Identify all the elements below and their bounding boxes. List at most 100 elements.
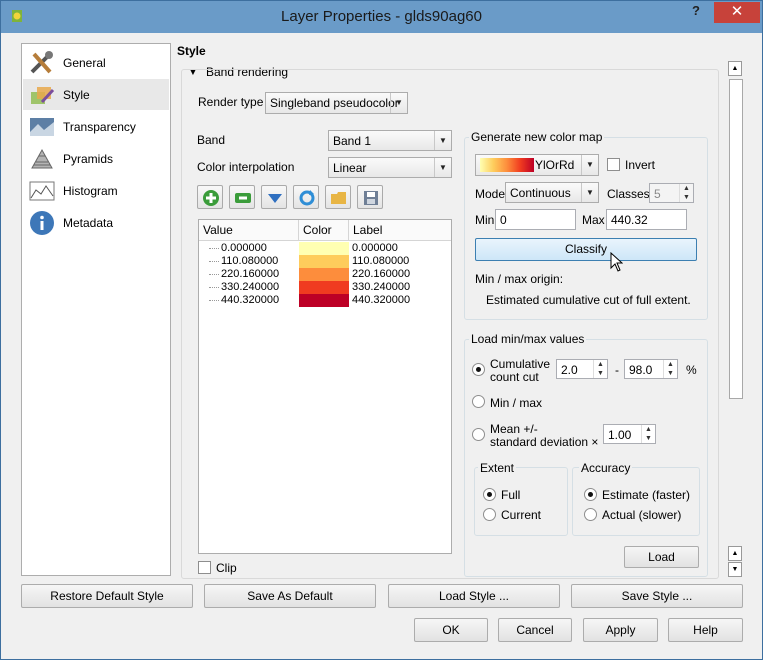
apply-button[interactable]: Apply — [583, 618, 658, 642]
save-as-default-button[interactable]: Save As Default — [204, 584, 376, 608]
sidebar-item-transparency[interactable]: Transparency — [23, 111, 169, 142]
cell-value: 110.080000 — [221, 255, 279, 267]
accuracy-estimate-label: Estimate (faster) — [602, 488, 691, 502]
generate-color-map-title: Generate new color map — [469, 130, 605, 144]
restore-default-style-button[interactable]: Restore Default Style — [21, 584, 193, 608]
clip-checkbox[interactable] — [198, 561, 211, 574]
range-dash: - — [615, 363, 619, 377]
cumulative-high-spinbox[interactable]: 98.0 ▲ ▼ — [624, 359, 678, 379]
spinner-arrows-icon[interactable]: ▲ ▼ — [679, 184, 693, 202]
max-label: Max — [582, 213, 605, 227]
accuracy-actual-radio[interactable] — [584, 508, 597, 521]
load-file-button[interactable] — [325, 185, 351, 209]
stddev-value: 1.00 — [608, 428, 632, 442]
minus-icon — [235, 193, 251, 203]
help-title-button[interactable]: ? — [685, 3, 707, 23]
color-swatch[interactable] — [299, 268, 349, 281]
load-minmax-title: Load min/max values — [469, 332, 587, 346]
color-swatch[interactable] — [299, 255, 349, 268]
accuracy-estimate-radio[interactable] — [584, 488, 597, 501]
band-select[interactable]: Band 1 ▼ — [328, 130, 452, 151]
color-swatch[interactable] — [299, 281, 349, 294]
cell-label: 110.080000 — [352, 255, 410, 267]
cumulative-low-value: 2.0 — [561, 363, 578, 377]
accuracy-title: Accuracy — [579, 461, 633, 475]
sidebar-item-style[interactable]: Style — [23, 79, 169, 110]
vertical-scrollbar[interactable]: ▲ ▲ ▼ — [728, 61, 744, 579]
load-button[interactable]: Load — [624, 546, 699, 568]
sort-button[interactable] — [261, 185, 287, 209]
color-swatch[interactable] — [299, 294, 349, 307]
sidebar-item-label: Style — [63, 88, 90, 102]
add-entry-button[interactable] — [197, 185, 223, 209]
accuracy-actual-label: Actual (slower) — [602, 508, 682, 522]
chevron-down-icon: ▼ — [581, 155, 598, 175]
ok-button[interactable]: OK — [414, 618, 488, 642]
refresh-icon — [299, 190, 315, 206]
sidebar-item-pyramids[interactable]: Pyramids — [23, 143, 169, 174]
cumulative-radio[interactable] — [472, 363, 485, 376]
cancel-button[interactable]: Cancel — [498, 618, 572, 642]
column-header-value[interactable]: Value — [199, 220, 299, 241]
cell-value: 0.000000 — [221, 242, 267, 254]
chevron-down-icon: ▼ — [434, 131, 451, 150]
sidebar-item-metadata[interactable]: Metadata — [23, 207, 169, 238]
minmax-origin-label: Min / max origin: — [475, 272, 564, 286]
extent-full-radio[interactable] — [483, 488, 496, 501]
color-map-table: Value Color Label 0.000000 0.000000 110.0… — [198, 219, 452, 554]
table-row[interactable]: 110.080000 110.080000 — [199, 255, 451, 268]
table-row[interactable]: 330.240000 330.240000 — [199, 281, 451, 294]
export-file-button[interactable] — [357, 185, 383, 209]
max-field[interactable]: 440.32 — [606, 209, 687, 230]
scrollbar-thumb[interactable] — [729, 79, 743, 399]
triangle-down-icon — [268, 194, 282, 203]
mode-label: Mode — [475, 187, 506, 201]
scroll-up-icon[interactable]: ▲ — [728, 546, 742, 561]
sidebar-item-label: Pyramids — [63, 152, 114, 166]
cumulative-low-spinbox[interactable]: 2.0 ▲ ▼ — [556, 359, 608, 379]
min-field[interactable]: 0 — [495, 209, 576, 230]
table-row[interactable]: 220.160000 220.160000 — [199, 268, 451, 281]
classify-button[interactable]: Classify — [475, 238, 697, 261]
remove-entry-button[interactable] — [229, 185, 255, 209]
sidebar-item-general[interactable]: General — [23, 47, 169, 78]
cumulative-label: Cumulative — [490, 357, 551, 371]
classes-spinbox[interactable]: 5 ▲ ▼ — [649, 183, 694, 203]
save-style-button[interactable]: Save Style ... — [571, 584, 743, 608]
scroll-up-icon[interactable]: ▲ — [728, 61, 742, 76]
load-style-button[interactable]: Load Style ... — [388, 584, 560, 608]
extent-current-label: Current — [501, 508, 542, 522]
cell-label: 440.320000 — [352, 294, 411, 306]
column-header-color[interactable]: Color — [299, 220, 349, 241]
close-button[interactable]: ✕ — [714, 2, 760, 23]
chevron-down-icon: ▼ — [434, 158, 451, 177]
cell-value: 330.240000 — [221, 281, 280, 293]
table-row[interactable]: 440.320000 440.320000 — [199, 294, 451, 307]
table-row[interactable]: 0.000000 0.000000 — [199, 242, 451, 255]
invert-label: Invert — [625, 158, 656, 172]
cell-label: 220.160000 — [352, 268, 411, 280]
color-ramp-name: YlOrRd — [535, 158, 575, 172]
cumulative-high-value: 98.0 — [629, 363, 653, 377]
load-from-band-button[interactable] — [293, 185, 319, 209]
mode-select[interactable]: Continuous ▼ — [505, 182, 599, 203]
invert-checkbox[interactable] — [607, 158, 620, 171]
spinner-arrows-icon[interactable]: ▲ ▼ — [593, 360, 607, 378]
color-swatch[interactable] — [299, 242, 349, 255]
help-button[interactable]: Help — [668, 618, 743, 642]
spinner-arrows-icon[interactable]: ▲ ▼ — [663, 360, 677, 378]
sidebar-item-histogram[interactable]: Histogram — [23, 175, 169, 206]
extent-current-radio[interactable] — [483, 508, 496, 521]
color-ramp-select[interactable]: YlOrRd ▼ — [475, 154, 599, 176]
mean-stddev-radio[interactable] — [472, 428, 485, 441]
spinner-arrows-icon[interactable]: ▲ ▼ — [641, 425, 655, 443]
column-header-label[interactable]: Label — [349, 220, 451, 241]
chevron-down-icon: ▼ — [390, 93, 407, 113]
scroll-down-icon[interactable]: ▼ — [728, 562, 742, 577]
render-type-select[interactable]: Singleband pseudocolor ▼ — [265, 92, 408, 114]
minmax-radio[interactable] — [472, 395, 485, 408]
stddev-spinbox[interactable]: 1.00 ▲ ▼ — [603, 424, 656, 444]
interp-select[interactable]: Linear ▼ — [328, 157, 452, 178]
color-ramp-preview — [480, 158, 534, 172]
mode-value: Continuous — [510, 186, 571, 200]
